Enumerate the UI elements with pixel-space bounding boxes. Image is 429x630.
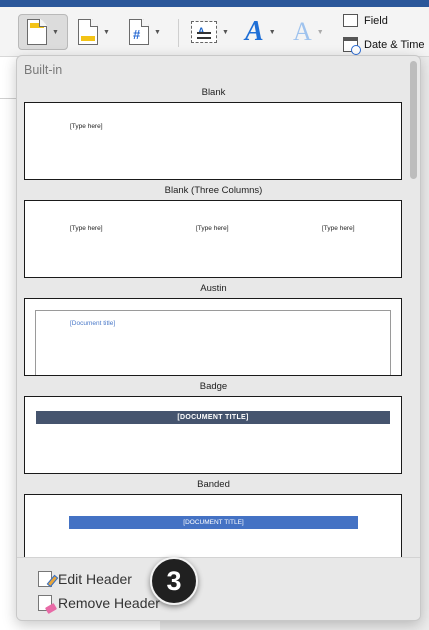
chevron-down-icon[interactable]: ▼ — [317, 29, 324, 36]
field-button[interactable]: Field — [343, 14, 388, 27]
drop-cap-button[interactable]: A ▼ — [289, 16, 324, 48]
header-gallery-dropdown: Built-in Blank [Type here] Blank (Three … — [16, 55, 421, 621]
gallery-item-austin[interactable]: Austin [Document title] — [17, 278, 410, 376]
chevron-down-icon[interactable]: ▼ — [103, 29, 110, 36]
edit-header-icon — [38, 571, 59, 588]
gallery-item-blank[interactable]: Blank [Type here] — [17, 82, 410, 180]
header-button[interactable]: ▼ — [18, 14, 68, 50]
gallery-item-title: Banded — [197, 479, 230, 490]
gallery-item-banded[interactable]: Banded [DOCUMENT TITLE] — [17, 474, 410, 557]
page-number-button[interactable]: # ▼ — [125, 16, 161, 48]
chevron-down-icon[interactable]: ▼ — [154, 29, 161, 36]
date-time-icon — [343, 37, 361, 55]
section-label: Built-in — [24, 63, 63, 77]
footer-icon — [78, 19, 98, 45]
placeholder-text: [Type here] — [322, 225, 355, 232]
header-preview[interactable]: [Type here] — [24, 102, 402, 180]
page-number-icon: # — [129, 19, 149, 45]
placeholder-text: [Type here] — [70, 123, 103, 130]
placeholder-text: [Document title] — [70, 320, 116, 327]
title-band: [DOCUMENT TITLE] — [36, 411, 390, 424]
header-gallery: Blank [Type here] Blank (Three Columns) … — [17, 82, 410, 557]
header-preview[interactable]: [DOCUMENT TITLE] — [24, 494, 402, 557]
wordart-icon: A — [245, 16, 264, 47]
header-preview[interactable]: [Document title] — [24, 298, 402, 376]
footer-button[interactable]: ▼ — [74, 16, 110, 48]
remove-header-icon — [38, 595, 58, 615]
edit-header-menu-item[interactable]: Edit Header — [38, 571, 132, 588]
gallery-scrollbar[interactable] — [408, 59, 419, 559]
header-icon — [27, 19, 47, 45]
placeholder-text: [Type here] — [70, 225, 103, 232]
drop-cap-icon: A — [293, 17, 312, 46]
field-icon — [343, 14, 358, 27]
placeholder-text: [Type here] — [196, 225, 229, 232]
page-border: [Document title] — [35, 310, 391, 375]
chevron-down-icon[interactable]: ▼ — [269, 29, 276, 36]
header-preview[interactable]: [Type here] [Type here] [Type here] — [24, 200, 402, 278]
text-box-button[interactable]: A ▼ — [187, 16, 229, 48]
gallery-item-title: Badge — [199, 381, 228, 392]
title-band: [DOCUMENT TITLE] — [69, 516, 358, 529]
header-preview[interactable]: [DOCUMENT TITLE] — [24, 396, 402, 474]
chevron-down-icon[interactable]: ▼ — [222, 29, 229, 36]
gallery-item-title: Austin — [200, 283, 227, 294]
gallery-item-title: Blank — [201, 87, 226, 98]
date-time-button[interactable]: Date & Time — [343, 37, 425, 55]
gallery-item-blank-three-columns[interactable]: Blank (Three Columns) [Type here] [Type … — [17, 180, 410, 278]
field-label: Field — [364, 14, 388, 27]
toolbar-divider — [178, 19, 179, 47]
scrollbar-thumb[interactable] — [410, 61, 417, 179]
ribbon-toolbar: ▼ ▼ # ▼ A ▼ A ▼ A ▼ Field Date & Time — [0, 7, 429, 57]
gallery-item-badge[interactable]: Badge [DOCUMENT TITLE] — [17, 376, 410, 474]
date-time-label: Date & Time — [364, 38, 425, 51]
gallery-item-title: Blank (Three Columns) — [164, 185, 263, 196]
title-bar — [0, 0, 429, 7]
edit-header-label: Edit Header — [58, 571, 132, 587]
dropdown-footer: Edit Header Remove Header — [17, 557, 420, 620]
wordart-button[interactable]: A ▼ — [241, 16, 276, 48]
text-box-icon: A — [191, 21, 217, 43]
step-number-badge: 3 — [150, 557, 198, 605]
remove-header-menu-item[interactable]: Remove Header — [38, 595, 160, 615]
remove-header-label: Remove Header — [58, 595, 160, 611]
chevron-down-icon[interactable]: ▼ — [52, 29, 59, 36]
